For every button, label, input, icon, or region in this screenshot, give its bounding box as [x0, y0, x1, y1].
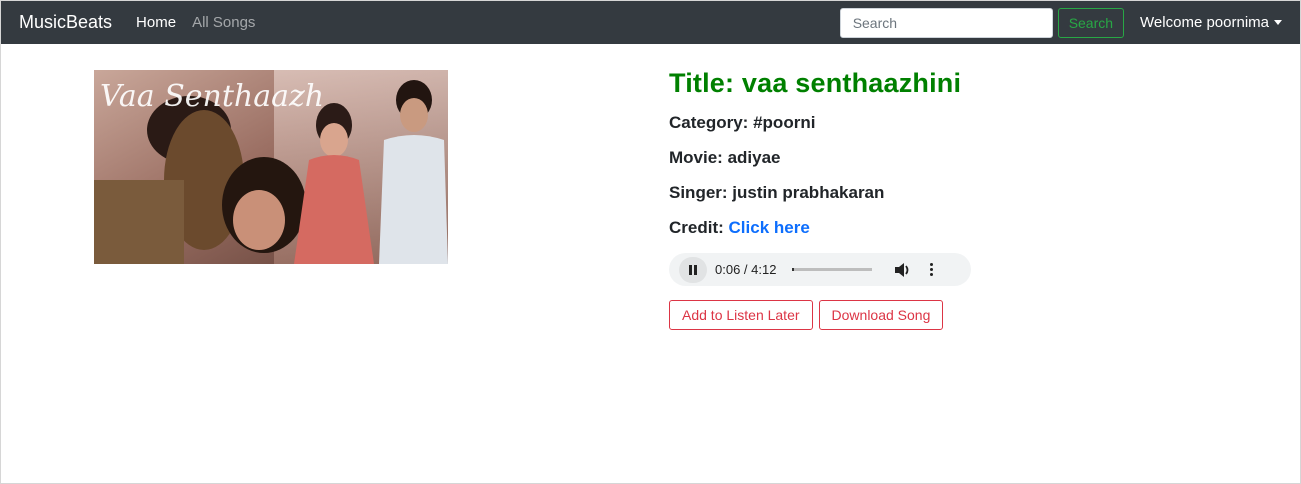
song-category: Category: #poorni	[669, 113, 971, 133]
kebab-icon-dot	[930, 273, 934, 276]
credit-link[interactable]: Click here	[729, 218, 810, 237]
song-movie: Movie: adiyae	[669, 148, 971, 168]
singer-value: justin prabhakaran	[732, 183, 885, 202]
add-to-listen-later-button[interactable]: Add to Listen Later	[669, 300, 813, 330]
song-cover-image: Vaa Senthaazh	[94, 70, 448, 264]
brand-logo[interactable]: MusicBeats	[19, 12, 112, 33]
user-menu-label: Welcome poornima	[1140, 14, 1269, 31]
caret-down-icon	[1274, 20, 1282, 25]
cover-lettering: Vaa Senthaazh	[100, 79, 324, 114]
song-details: Title: vaa senthaazhini Category: #poorn…	[669, 68, 971, 330]
audio-player: 0:06 / 4:12	[669, 253, 971, 286]
pause-button[interactable]	[679, 256, 707, 283]
kebab-icon-dot	[930, 268, 934, 271]
volume-button[interactable]	[894, 262, 912, 278]
category-label: Category:	[669, 113, 749, 132]
nav-all-songs[interactable]: All Songs	[192, 14, 255, 31]
player-progress-fill	[792, 268, 795, 271]
user-menu[interactable]: Welcome poornima	[1140, 14, 1282, 31]
song-singer: Singer: justin prabhakaran	[669, 183, 971, 203]
search-button[interactable]: Search	[1057, 7, 1125, 38]
song-credit: Credit: Click here	[669, 218, 971, 238]
movie-label: Movie:	[669, 148, 723, 167]
player-progress-bar[interactable]	[792, 268, 873, 271]
song-title: Title: vaa senthaazhini	[669, 68, 962, 98]
more-options-button[interactable]	[930, 262, 934, 277]
player-time: 0:06 / 4:12	[715, 262, 777, 277]
movie-value: adiyae	[727, 148, 781, 167]
page: MusicBeats Home All Songs Search Welcome…	[0, 0, 1301, 484]
song-actions: Add to Listen Later Download Song	[669, 300, 971, 330]
download-song-button[interactable]: Download Song	[818, 300, 944, 330]
search-input[interactable]	[839, 7, 1053, 38]
nav-home[interactable]: Home	[136, 14, 176, 31]
credit-label: Credit:	[669, 218, 724, 237]
cover-art: Vaa Senthaazh	[94, 70, 448, 264]
pause-icon-bar	[694, 264, 697, 275]
kebab-icon	[930, 263, 934, 266]
volume-icon	[895, 262, 909, 277]
category-value: #poorni	[753, 113, 816, 132]
main-content: Vaa Senthaazh Title: vaa senthaazhini Ca…	[1, 44, 1300, 484]
navbar: MusicBeats Home All Songs Search Welcome…	[1, 1, 1300, 44]
singer-label: Singer:	[669, 183, 728, 202]
pause-icon	[689, 264, 692, 275]
